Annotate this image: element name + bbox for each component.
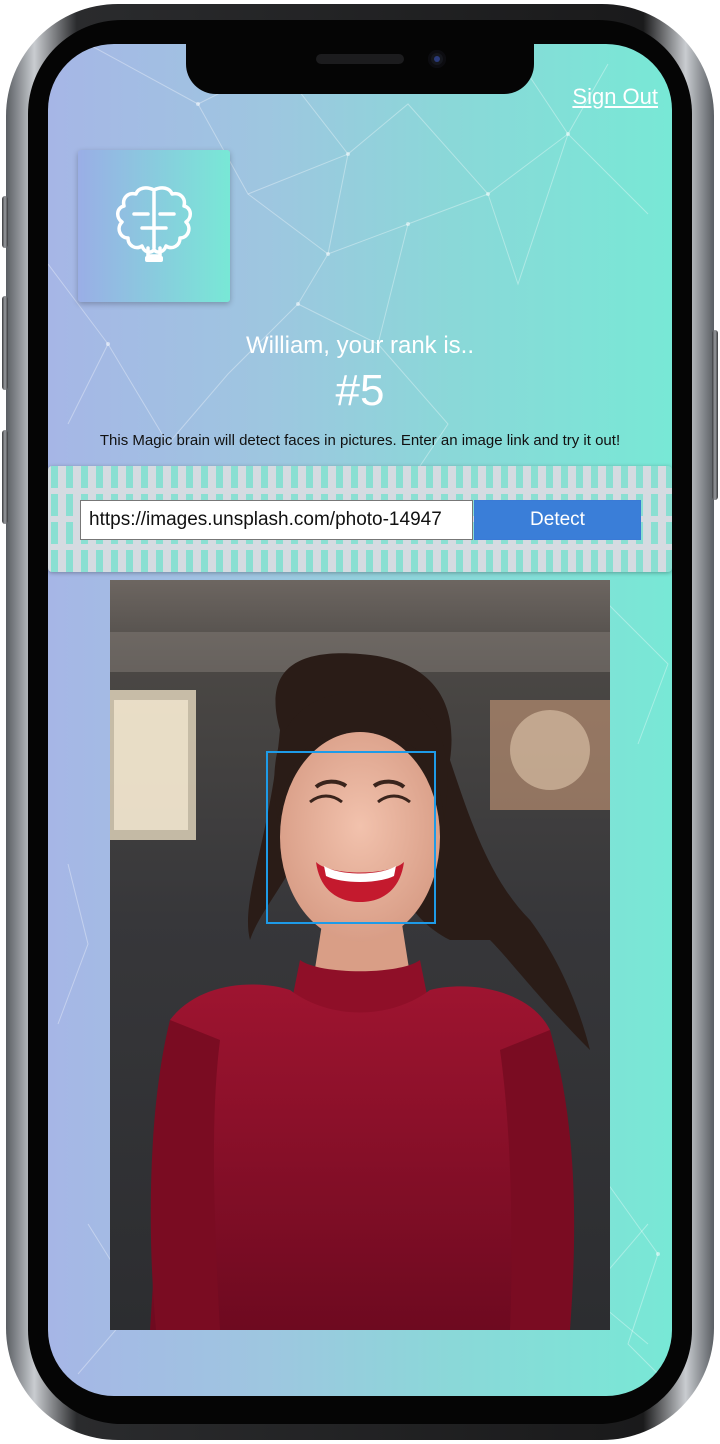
- detect-button[interactable]: Detect: [474, 500, 641, 540]
- power-button: [712, 330, 718, 500]
- brain-icon: [116, 186, 192, 262]
- rank-greeting: William, your rank is..: [245, 332, 475, 359]
- sign-out-link[interactable]: Sign Out: [572, 84, 658, 110]
- app-description: This Magic brain will detect faces in pi…: [99, 432, 621, 449]
- volume-down-button: [2, 430, 8, 524]
- image-link-form: Detect: [48, 466, 672, 572]
- app-screen: Sign Out William, your rank is.. #5 This…: [48, 44, 672, 1396]
- portrait-photo: [110, 580, 610, 1330]
- earpiece-speaker: [316, 54, 404, 64]
- mute-switch: [2, 196, 8, 248]
- phone-notch: [186, 44, 534, 94]
- detected-image: [110, 580, 610, 1330]
- app-logo: [78, 150, 230, 302]
- volume-up-button: [2, 296, 8, 390]
- front-camera-icon: [428, 50, 446, 68]
- rank-value: #5: [335, 366, 385, 415]
- face-bounding-box: [266, 751, 436, 924]
- image-url-input[interactable]: [80, 500, 473, 540]
